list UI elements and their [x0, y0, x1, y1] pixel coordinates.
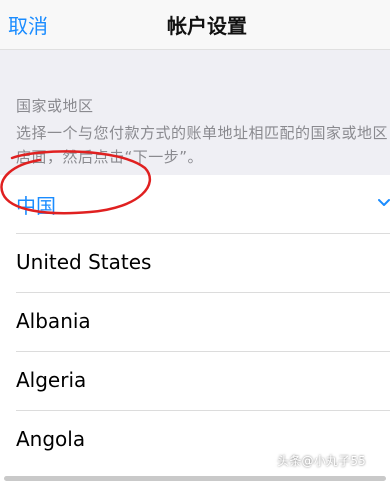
section-description: 选择一个与您付款方式的账单地址相匹配的国家或地区店面，然后点击“下一步”。 — [16, 124, 389, 166]
country-row-united-states[interactable]: United States — [0, 234, 390, 293]
page-title: 帐户设置 — [167, 14, 247, 38]
navigation-bar: 取消 帐户设置 — [0, 0, 390, 50]
country-row-china[interactable]: 中国 — [0, 175, 390, 234]
bottom-scroll-indicator — [4, 476, 386, 481]
country-label: 中国 — [16, 194, 56, 218]
country-list: 中国 United States Albania Algeria Angola — [0, 175, 390, 470]
country-row-algeria[interactable]: Algeria — [0, 352, 390, 411]
country-section-header: 国家或地区 选择一个与您付款方式的账单地址相匹配的国家或地区店面，然后点击“下一… — [0, 50, 390, 175]
section-title: 国家或地区 — [16, 97, 94, 115]
country-label: United States — [16, 250, 152, 274]
country-label: Albania — [16, 309, 91, 333]
checkmark-icon — [378, 199, 390, 206]
watermark: 头条@小丸子55 — [277, 454, 366, 468]
country-row-albania[interactable]: Albania — [0, 293, 390, 352]
country-label: Algeria — [16, 368, 87, 392]
country-label: Angola — [16, 427, 86, 451]
